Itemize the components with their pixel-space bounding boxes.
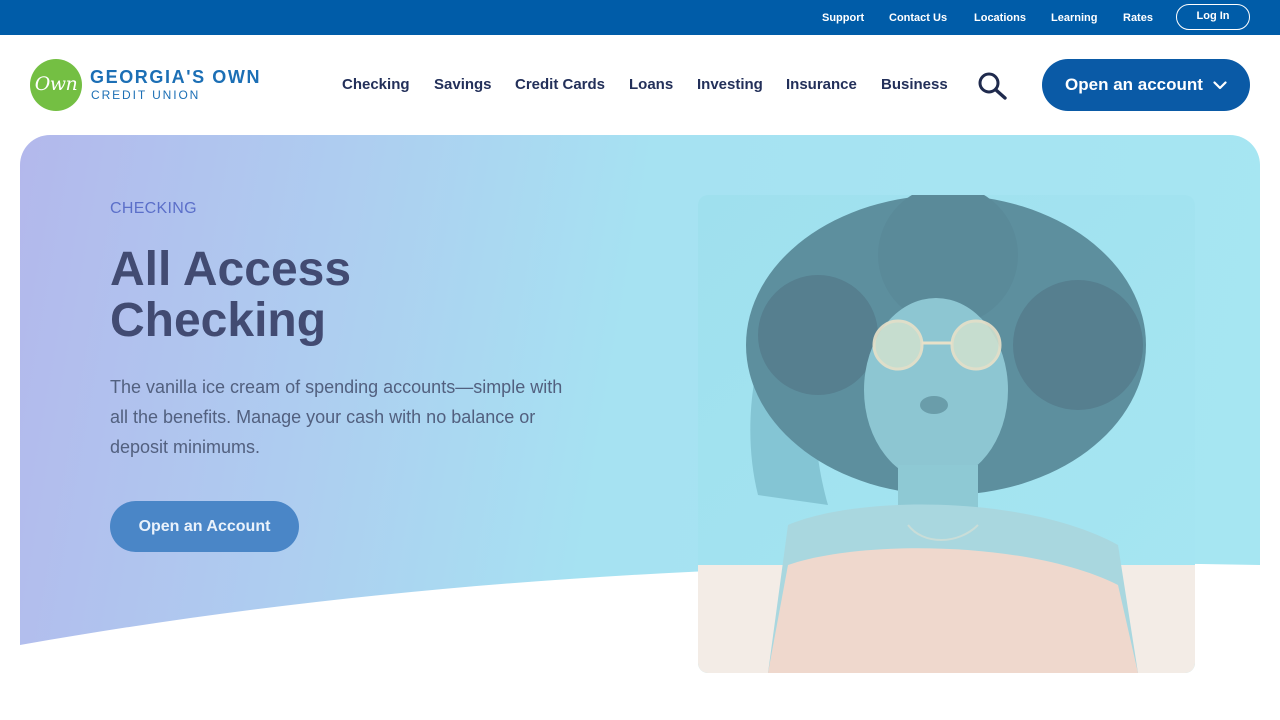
hero-description: The vanilla ice cream of spending accoun… [110, 377, 563, 457]
nav-item-savings[interactable]: Savings [434, 76, 492, 93]
nav-item-credit-cards[interactable]: Credit Cards [515, 76, 605, 93]
nav-item-business[interactable]: Business [881, 76, 948, 93]
hero-title: All Access Checking [110, 243, 352, 347]
utility-bar: Support Contact Us Locations Learning Ra… [0, 0, 1280, 35]
utility-link-locations[interactable]: Locations [974, 12, 1026, 24]
open-account-button[interactable]: Open an Account [110, 501, 299, 552]
nav-item-loans[interactable]: Loans [629, 76, 673, 93]
hero-photo [698, 195, 1195, 673]
utility-link-contact-us[interactable]: Contact Us [889, 12, 947, 24]
logo-name-line1: GEORGIA'S OWN [90, 67, 262, 87]
login-button[interactable]: Log In [1176, 4, 1250, 30]
main-nav: Own GEORGIA'S OWN CREDIT UNION Checking … [0, 35, 1280, 135]
search-icon[interactable] [976, 71, 1008, 101]
utility-link-rates[interactable]: Rates [1123, 12, 1153, 24]
nav-item-checking[interactable]: Checking [342, 76, 410, 93]
utility-link-support[interactable]: Support [822, 12, 864, 24]
logo-mark: Own [30, 59, 82, 111]
utility-link-learning[interactable]: Learning [1051, 12, 1097, 24]
logo[interactable]: Own GEORGIA'S OWN CREDIT UNION [30, 59, 280, 111]
nav-item-investing[interactable]: Investing [697, 76, 763, 93]
open-account-dropdown-button[interactable]: Open an account [1042, 59, 1250, 111]
logo-name-line2: CREDIT UNION [91, 88, 201, 102]
hero-eyebrow: CHECKING [110, 200, 197, 217]
open-account-label: Open an account [1065, 75, 1203, 94]
nav-item-insurance[interactable]: Insurance [786, 76, 857, 93]
chevron-down-icon [1213, 80, 1227, 89]
